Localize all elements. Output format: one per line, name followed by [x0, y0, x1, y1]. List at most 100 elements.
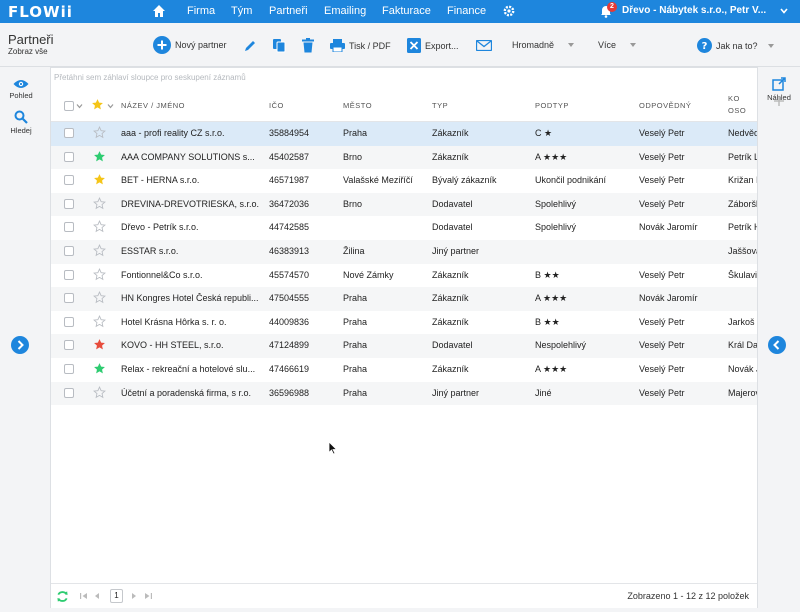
row-checkbox[interactable] — [64, 222, 74, 233]
help-button[interactable]: ? Jak na to? — [697, 38, 774, 53]
cell-contact: Jaššová — [728, 246, 757, 256]
table-row[interactable]: Fontionnel&Co s.r.o. 45574570 Nové Zámky Zá… — [51, 264, 757, 288]
company-selector[interactable]: Dřevo - Nábytek s.r.o., Petr V... — [622, 5, 772, 16]
row-checkbox[interactable] — [64, 269, 74, 280]
next-page-icon[interactable] — [131, 592, 137, 600]
favorite-star-icon[interactable] — [93, 150, 106, 163]
bulk-actions-dropdown[interactable]: Hromadně — [512, 40, 575, 50]
cell-city: Praha — [343, 293, 368, 304]
table-row[interactable]: AAA COMPANY SOLUTIONS s... 45402587 Brno Zá… — [51, 145, 757, 170]
table-row[interactable]: Dřevo - Petrík s.r.o. 44742585 Dodavatel Sp… — [51, 216, 757, 240]
expand-preview-button[interactable] — [768, 336, 786, 354]
refresh-icon[interactable] — [56, 590, 69, 603]
table-row[interactable]: Hotel Krásna Hôrka s. r. o. 44009836 Praha… — [51, 311, 757, 335]
more-dropdown[interactable]: Více — [598, 40, 637, 50]
nav-firma[interactable]: Firma — [187, 5, 215, 17]
favorite-star-icon[interactable] — [93, 244, 106, 257]
table-row[interactable]: BET - HERNA s.r.o. 46571987 Valašské Meziř… — [51, 169, 757, 193]
trash-icon[interactable] — [302, 38, 314, 53]
column-header-responsible[interactable]: ODPOVĚDNÝ — [639, 101, 691, 110]
table-row[interactable]: HN Kongres Hotel Česká republi... 4750455… — [51, 287, 757, 311]
nav-tym[interactable]: Tým — [231, 5, 252, 17]
app-logo[interactable]: FLOWii — [8, 3, 73, 21]
cell-responsible: Veselý Petr — [639, 316, 685, 327]
favorite-star-icon[interactable] — [93, 220, 106, 233]
nav-fakturace[interactable]: Fakturace — [382, 5, 431, 17]
grid-footer: 1 Zobrazeno 1 - 12 z 12 položek — [51, 583, 757, 608]
column-header-type[interactable]: TYP — [432, 101, 448, 110]
row-checkbox[interactable] — [64, 316, 74, 327]
favorite-star-icon[interactable] — [93, 338, 106, 351]
cell-responsible: Veselý Petr — [639, 340, 685, 351]
cell-city: Praha — [343, 128, 368, 138]
chevron-down-icon[interactable] — [107, 103, 114, 109]
column-header-name[interactable]: NÁZEV / JMÉNO — [121, 101, 185, 110]
table-row[interactable]: ESSTAR s.r.o. 46383913 Žilina Jiný partner J… — [51, 240, 757, 264]
favorite-star-icon[interactable] — [93, 267, 106, 281]
cell-contact: Král Da — [728, 340, 757, 351]
row-checkbox[interactable] — [64, 198, 74, 209]
favorite-star-icon[interactable] — [93, 362, 106, 375]
favorite-star-icon[interactable] — [93, 173, 106, 186]
nav-partneri[interactable]: Partneři — [269, 5, 308, 17]
notification-badge: 2 — [607, 2, 617, 12]
row-checkbox[interactable] — [64, 387, 74, 398]
table-row[interactable]: aaa - profi reality CZ s.r.o. 35884954 Pra… — [51, 122, 757, 146]
row-checkbox[interactable] — [64, 364, 74, 374]
row-checkbox[interactable] — [64, 175, 74, 186]
favorite-star-icon[interactable] — [93, 126, 106, 139]
cell-responsible: Veselý Petr — [639, 151, 685, 162]
favorite-star-icon[interactable] — [93, 314, 106, 328]
paging-info: Zobrazeno 1 - 12 z 12 položek — [627, 591, 749, 601]
star-header-icon[interactable] — [91, 98, 104, 111]
column-header-city[interactable]: MĚSTO — [343, 101, 372, 110]
favorite-star-icon[interactable] — [93, 385, 106, 399]
print-pdf-button[interactable]: Tisk / PDF — [330, 39, 391, 52]
group-by-hint[interactable]: Přetáhni sem záhlaví sloupce pro seskupe… — [54, 73, 246, 82]
cell-subtype: C ★ — [535, 128, 553, 138]
prev-page-icon[interactable] — [94, 592, 100, 600]
page-number[interactable]: 1 — [110, 589, 123, 603]
export-button[interactable]: Export... — [407, 38, 459, 53]
column-header-ico[interactable]: IČO — [269, 101, 284, 110]
table-row[interactable]: Účetní a poradenská firma, s r.o. 3659698… — [51, 381, 757, 406]
favorite-star-icon[interactable] — [93, 291, 106, 304]
cell-subtype: A ★★★ — [535, 151, 568, 162]
first-page-icon[interactable] — [80, 592, 88, 600]
sidebar-item-view[interactable]: Pohled — [0, 79, 42, 100]
row-checkbox[interactable] — [64, 340, 74, 351]
row-checkbox[interactable] — [64, 151, 74, 162]
select-all-checkbox[interactable] — [64, 101, 74, 111]
gear-icon[interactable] — [502, 4, 516, 18]
expand-sidebar-button[interactable] — [11, 336, 29, 354]
cell-responsible: Novák Jaromír — [639, 293, 698, 304]
nav-finance[interactable]: Finance — [447, 5, 486, 17]
sidebar-item-search[interactable]: Hledej — [0, 110, 42, 135]
chevron-down-icon[interactable] — [779, 6, 789, 16]
view-filter-label[interactable]: Zobraz vše — [8, 47, 48, 56]
cell-responsible: Veselý Petr — [639, 364, 685, 374]
chevron-down-icon[interactable] — [76, 103, 83, 109]
copy-icon[interactable] — [272, 38, 286, 53]
cell-contact: Novák J — [728, 364, 757, 374]
cell-ico: 45574570 — [269, 269, 310, 280]
help-circle-icon: ? — [697, 38, 712, 53]
column-header-contact[interactable]: KO — [728, 94, 740, 103]
table-row[interactable]: KOVO - HH STEEL, s.r.o. 47124899 Praha Doda… — [51, 334, 757, 358]
new-partner-button[interactable]: Nový partner — [153, 36, 227, 54]
cell-responsible: Veselý Petr — [639, 175, 685, 186]
add-column-icon[interactable] — [774, 96, 784, 106]
column-header-contact-2[interactable]: OSO — [728, 106, 746, 115]
row-checkbox[interactable] — [64, 246, 74, 256]
nav-emailing[interactable]: Emailing — [324, 5, 366, 17]
last-page-icon[interactable] — [144, 592, 152, 600]
home-icon[interactable] — [152, 4, 166, 18]
table-row[interactable]: Relax - rekreační a hotelové slu... 47466… — [51, 358, 757, 382]
envelope-icon[interactable] — [476, 40, 492, 51]
table-row[interactable]: DREVINA-DREVOTRIESKA, s.r.o. 36472036 Brno… — [51, 192, 757, 217]
column-header-subtype[interactable]: PODTYP — [535, 101, 569, 110]
favorite-star-icon[interactable] — [93, 196, 106, 210]
edit-icon[interactable] — [243, 39, 257, 53]
row-checkbox[interactable] — [64, 128, 74, 138]
row-checkbox[interactable] — [64, 293, 74, 304]
